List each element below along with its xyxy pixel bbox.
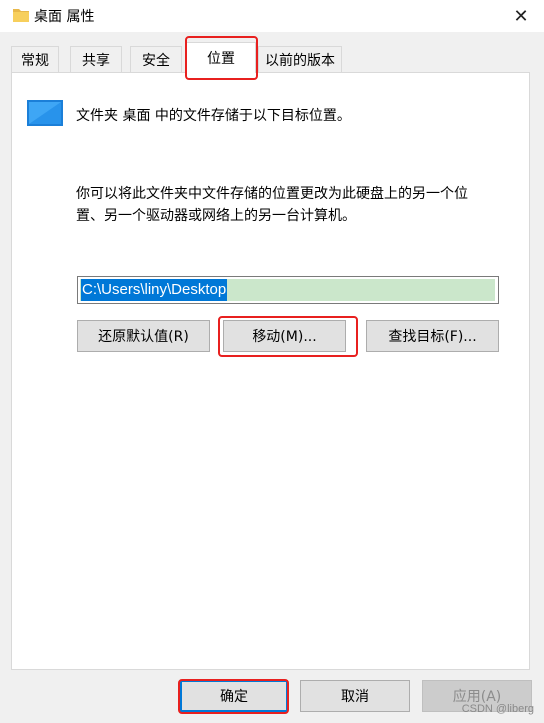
desktop-icon	[27, 100, 63, 126]
button-label: 还原默认值(R)	[98, 329, 189, 345]
cancel-button[interactable]: 取消	[300, 680, 410, 712]
move-button[interactable]: 移动(M)...	[223, 320, 346, 352]
tab-label: 常规	[21, 52, 49, 69]
restore-default-button[interactable]: 还原默认值(R)	[77, 320, 210, 352]
tab-label: 以前的版本	[265, 52, 335, 69]
button-label: 确定	[220, 689, 248, 705]
info-text-line1: 你可以将此文件夹中文件存储的位置更改为此硬盘上的另一个位	[76, 186, 468, 202]
button-label: 移动(M)...	[252, 329, 317, 345]
title-bar: 桌面 属性 ✕	[0, 0, 544, 32]
tab-label: 安全	[142, 52, 170, 69]
location-panel: 文件夹 桌面 中的文件存储于以下目标位置。 你可以将此文件夹中文件存储的位置更改…	[11, 72, 530, 670]
tab-sharing[interactable]: 共享	[70, 46, 122, 72]
folder-icon	[13, 9, 29, 22]
tab-label: 共享	[82, 52, 110, 69]
tab-general[interactable]: 常规	[11, 46, 59, 72]
tab-security[interactable]: 安全	[130, 46, 182, 72]
button-label: 取消	[341, 689, 369, 705]
close-icon[interactable]: ✕	[498, 0, 544, 32]
ok-button[interactable]: 确定	[180, 680, 288, 712]
tab-location[interactable]: 位置	[186, 42, 256, 73]
tab-strip: 常规 共享 安全 位置 以前的版本	[0, 32, 544, 73]
info-text-line2: 置、另一个驱动器或网络上的另一台计算机。	[76, 208, 356, 224]
button-label: 查找目标(F)...	[388, 329, 477, 345]
find-target-button[interactable]: 查找目标(F)...	[366, 320, 499, 352]
path-value: C:\Users\liny\Desktop	[81, 279, 228, 301]
path-input[interactable]: C:\Users\liny\Desktop	[77, 276, 499, 304]
watermark: CSDN @liberg	[461, 703, 534, 715]
tab-previous-versions[interactable]: 以前的版本	[258, 46, 342, 72]
tab-label: 位置	[207, 51, 235, 67]
location-description: 文件夹 桌面 中的文件存储于以下目标位置。	[76, 108, 351, 124]
window-title: 桌面 属性	[34, 9, 95, 25]
